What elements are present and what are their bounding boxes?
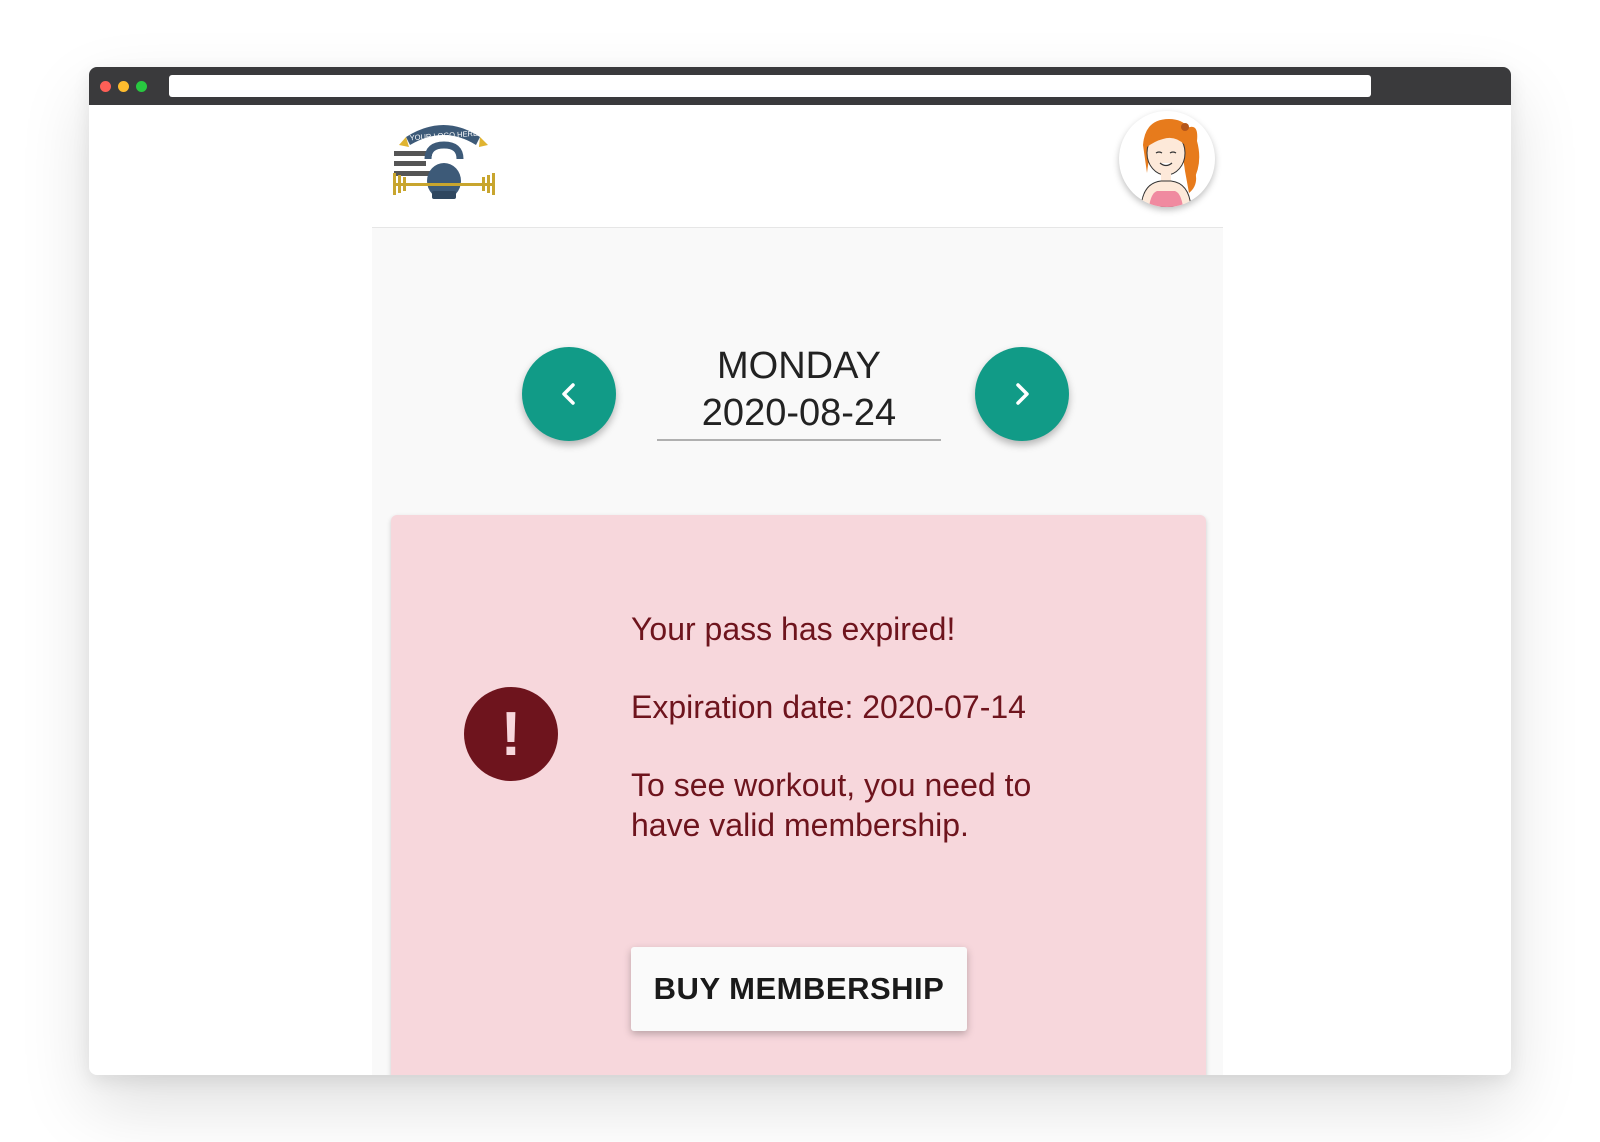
alert-message: To see workout, you need to have valid m…: [631, 767, 1032, 843]
avatar[interactable]: [1119, 111, 1215, 207]
chevron-left-icon: [562, 383, 575, 405]
next-day-button[interactable]: [975, 347, 1069, 441]
expiration-date: Expiration date: 2020-07-14: [631, 689, 1026, 725]
address-bar[interactable]: [169, 75, 1371, 97]
chevron-right-icon: [1016, 383, 1029, 405]
exclamation-icon: !: [464, 687, 558, 781]
close-window-dot[interactable]: [100, 81, 111, 92]
previous-day-button[interactable]: [522, 347, 616, 441]
app-header: YOUR LOGO HERE: [372, 105, 1223, 228]
browser-window: YOUR LOGO HERE MONDAY 2020-08-24 ! Your …: [89, 67, 1511, 1075]
buy-membership-button[interactable]: BUY MEMBERSHIP: [631, 947, 967, 1031]
app-container: YOUR LOGO HERE MONDAY 2020-08-24 ! Your …: [372, 105, 1223, 1075]
date-display[interactable]: MONDAY 2020-08-24: [657, 337, 941, 441]
kettlebell-barbell-logo-icon: YOUR LOGO HERE: [393, 125, 495, 199]
maximize-window-dot[interactable]: [136, 81, 147, 92]
minimize-window-dot[interactable]: [118, 81, 129, 92]
day-of-week: MONDAY: [717, 345, 881, 387]
current-date: 2020-08-24: [701, 392, 897, 434]
logo[interactable]: YOUR LOGO HERE: [384, 115, 504, 215]
browser-titlebar: [89, 67, 1511, 105]
user-avatar-icon: [1140, 119, 1200, 207]
alert-title: Your pass has expired!: [631, 611, 956, 647]
pass-expired-alert: ! Your pass has expired! Expiration date…: [391, 515, 1206, 1075]
